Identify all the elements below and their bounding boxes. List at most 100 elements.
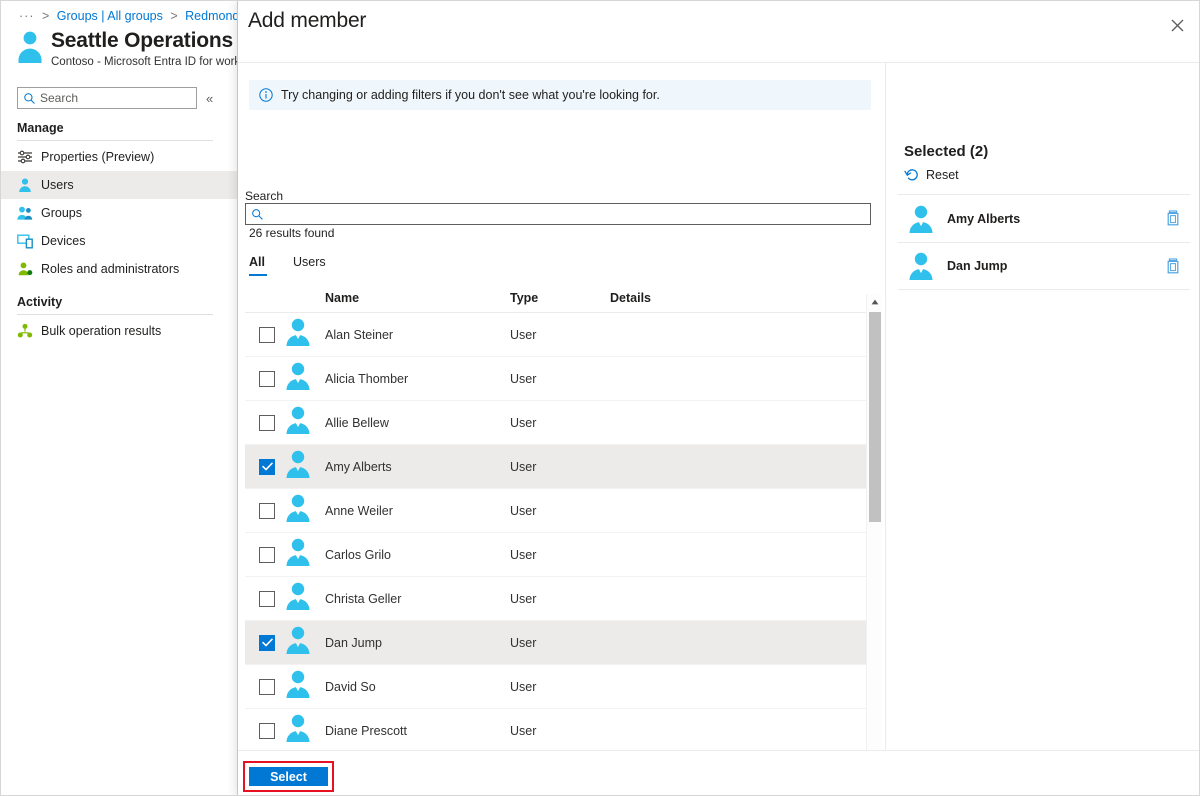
tab-all[interactable]: All xyxy=(249,255,269,276)
add-member-panel: Add member Try changing or adding filter… xyxy=(237,1,1199,795)
selected-item-name: Dan Jump xyxy=(947,259,1008,273)
row-checkbox[interactable] xyxy=(259,414,275,431)
info-message-text: Try changing or adding filters if you do… xyxy=(281,88,660,102)
table-row[interactable]: Anne Weiler User xyxy=(245,489,879,533)
group-avatar-icon xyxy=(18,31,42,63)
row-type: User xyxy=(510,635,537,650)
sidebar-search-placeholder: Search xyxy=(40,91,79,105)
sidebar-item-devices[interactable]: Devices xyxy=(1,227,237,255)
row-name: Anne Weiler xyxy=(325,503,393,518)
user-avatar-icon xyxy=(286,538,310,566)
search-label: Search xyxy=(245,189,284,203)
row-type: User xyxy=(510,327,537,342)
selected-list: Amy Alberts Dan Jump xyxy=(898,194,1190,290)
sidebar-search-input[interactable]: Search xyxy=(17,87,197,109)
filter-tabs: All Users xyxy=(249,255,354,276)
row-checkbox[interactable] xyxy=(259,326,275,343)
tab-users[interactable]: Users xyxy=(293,255,330,276)
row-type: User xyxy=(510,503,537,518)
row-checkbox[interactable] xyxy=(259,722,275,739)
breadcrumb-item-redmond[interactable]: Redmond xyxy=(185,9,239,23)
table-row[interactable]: Allie Bellew User xyxy=(245,401,879,445)
delete-icon[interactable] xyxy=(1166,258,1180,279)
reset-button[interactable]: Reset xyxy=(904,167,959,183)
vertical-scroll-thumb[interactable] xyxy=(869,312,881,522)
devices-icon xyxy=(17,234,33,249)
reset-label: Reset xyxy=(926,168,959,182)
sidebar-item-properties[interactable]: Properties (Preview) xyxy=(1,143,237,171)
row-type: User xyxy=(510,415,537,430)
row-name: Diane Prescott xyxy=(325,723,407,738)
user-avatar-icon xyxy=(286,494,310,522)
row-name: Alicia Thomber xyxy=(325,371,409,386)
panel-footer: Select xyxy=(238,750,1199,795)
column-header-details: Details xyxy=(610,290,651,305)
search-icon xyxy=(252,208,263,220)
selected-list-item: Amy Alberts xyxy=(898,194,1190,242)
user-avatar-icon xyxy=(286,318,310,346)
close-icon[interactable] xyxy=(1161,9,1193,41)
sidebar-item-groups[interactable]: Groups xyxy=(1,199,237,227)
breadcrumb-item-all-groups[interactable]: Groups | All groups xyxy=(57,9,163,23)
sidebar-item-label: Bulk operation results xyxy=(41,324,162,338)
row-name: Christa Geller xyxy=(325,591,402,606)
table-row[interactable]: David So User xyxy=(245,665,879,709)
user-avatar-icon xyxy=(909,205,933,233)
table-row[interactable]: Carlos Grilo User xyxy=(245,533,879,577)
select-button[interactable]: Select xyxy=(249,767,328,786)
table-row[interactable]: Diane Prescott User xyxy=(245,709,879,753)
vertical-scrollbar[interactable] xyxy=(866,294,882,795)
nav-divider xyxy=(17,314,213,315)
app-window: ··· > Groups | All groups > Redmond Seat… xyxy=(0,0,1200,796)
sidebar-item-users[interactable]: Users xyxy=(1,171,237,199)
row-checkbox[interactable] xyxy=(259,634,275,651)
results-count: 26 results found xyxy=(249,226,335,240)
sidebar-item-bulk-operation-results[interactable]: Bulk operation results xyxy=(1,317,237,345)
column-header-type: Type xyxy=(510,290,539,305)
breadcrumb-overflow[interactable]: ··· xyxy=(19,9,35,23)
sidebar-item-label: Properties (Preview) xyxy=(41,150,155,164)
table-header: Name Type Details xyxy=(245,283,879,313)
panel-title: Add member xyxy=(248,9,367,32)
user-avatar-icon xyxy=(286,582,310,610)
row-checkbox[interactable] xyxy=(259,546,275,563)
table-row[interactable]: Alicia Thomber User xyxy=(245,357,879,401)
row-type: User xyxy=(510,591,537,606)
sidebar-item-label: Roles and administrators xyxy=(41,262,180,276)
row-checkbox[interactable] xyxy=(259,370,275,387)
table-row[interactable]: Alan Steiner User xyxy=(245,313,879,357)
breadcrumb-separator: > xyxy=(170,9,178,23)
sidebar-item-label: Groups xyxy=(41,206,82,220)
breadcrumb: ··· > Groups | All groups > Redmond xyxy=(19,9,239,23)
search-icon xyxy=(24,92,35,104)
row-name: David So xyxy=(325,679,376,694)
row-checkbox[interactable] xyxy=(259,590,275,607)
user-avatar-icon xyxy=(286,714,310,742)
row-checkbox[interactable] xyxy=(259,502,275,519)
row-checkbox[interactable] xyxy=(259,678,275,695)
check-icon xyxy=(261,638,273,647)
breadcrumb-separator: > xyxy=(41,9,50,23)
collapse-sidebar-icon[interactable]: « xyxy=(206,92,213,105)
close-x-glyph xyxy=(1171,19,1183,31)
table-row[interactable]: Dan Jump User xyxy=(245,621,879,665)
row-checkbox[interactable] xyxy=(259,458,275,475)
row-type: User xyxy=(510,679,537,694)
search-input[interactable] xyxy=(264,206,865,222)
table-body: Alan Steiner User Alicia Thomber User Allie … xyxy=(245,313,879,795)
row-name: Alan Steiner xyxy=(325,327,394,342)
reset-icon xyxy=(904,169,918,181)
row-type: User xyxy=(510,371,537,386)
search-field[interactable] xyxy=(245,203,871,225)
sidebar-item-roles-and-administrators[interactable]: Roles and administrators xyxy=(1,255,237,283)
delete-icon[interactable] xyxy=(1166,210,1180,231)
panel-body: Try changing or adding filters if you do… xyxy=(238,63,1199,795)
scroll-up-icon[interactable] xyxy=(867,294,883,310)
sidebar-item-label: Users xyxy=(41,178,74,192)
table-row[interactable]: Christa Geller User xyxy=(245,577,879,621)
table-row[interactable]: Amy Alberts User xyxy=(245,445,879,489)
info-message-bar: Try changing or adding filters if you do… xyxy=(249,80,871,110)
nav-section-label-activity: Activity xyxy=(17,295,63,309)
row-name: Amy Alberts xyxy=(325,459,392,474)
page-subtitle: Contoso - Microsoft Entra ID for workfo xyxy=(51,56,241,68)
